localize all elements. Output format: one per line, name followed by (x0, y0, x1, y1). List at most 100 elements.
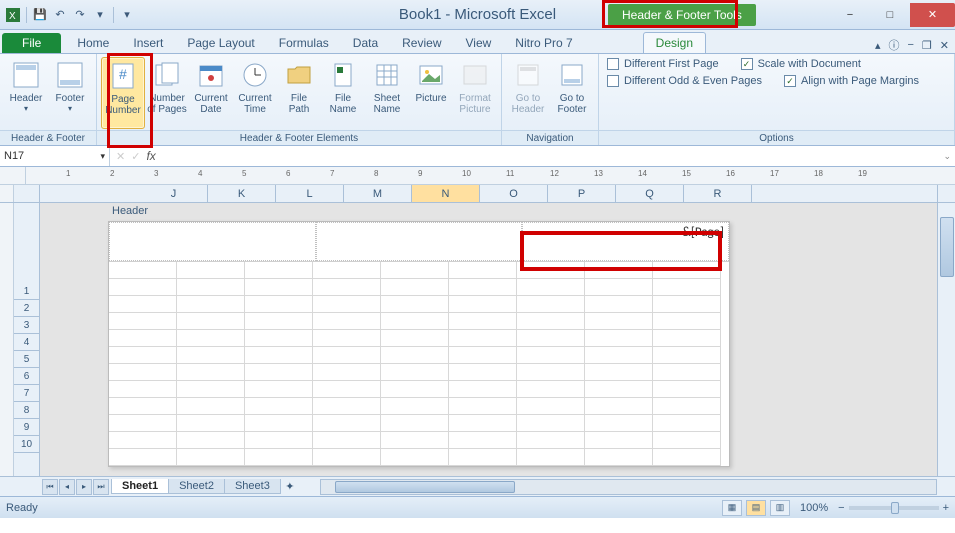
cell[interactable] (585, 262, 653, 279)
column-header[interactable]: Q (616, 185, 684, 202)
current-date-button[interactable]: Current Date (189, 57, 233, 129)
qat-more-icon[interactable]: ▾ (91, 6, 109, 24)
cell[interactable] (585, 347, 653, 364)
tab-design[interactable]: Design (643, 32, 706, 53)
name-box-dropdown-icon[interactable]: ▾ (100, 151, 105, 162)
row-header[interactable]: 1 (14, 283, 39, 300)
cell[interactable] (449, 449, 517, 466)
cell[interactable] (177, 381, 245, 398)
cell[interactable] (313, 398, 381, 415)
cell[interactable] (109, 296, 177, 313)
cell[interactable] (653, 330, 721, 347)
cell[interactable] (585, 449, 653, 466)
cell[interactable] (449, 262, 517, 279)
column-header[interactable]: P (548, 185, 616, 202)
cell[interactable] (313, 279, 381, 296)
column-header[interactable]: J (140, 185, 208, 202)
sheet-name-button[interactable]: Sheet Name (365, 57, 409, 129)
cell[interactable] (653, 381, 721, 398)
cell[interactable] (177, 347, 245, 364)
cell[interactable] (313, 415, 381, 432)
tab-review[interactable]: Review (390, 33, 453, 53)
cell[interactable] (517, 330, 585, 347)
cell[interactable] (109, 432, 177, 449)
row-header[interactable]: 5 (14, 351, 39, 368)
doc-close-icon[interactable]: ✕ (940, 39, 949, 52)
zoom-out-button[interactable]: − (838, 502, 844, 514)
row-header[interactable]: 6 (14, 368, 39, 385)
cell[interactable] (177, 432, 245, 449)
cell[interactable] (245, 398, 313, 415)
cell[interactable] (449, 381, 517, 398)
cell[interactable] (381, 381, 449, 398)
sheet-tab[interactable]: Sheet2 (168, 479, 225, 494)
cell[interactable] (653, 279, 721, 296)
cell[interactable] (653, 364, 721, 381)
scrollbar-thumb[interactable] (335, 481, 515, 493)
cell[interactable] (109, 347, 177, 364)
header-center[interactable] (316, 222, 523, 261)
cell[interactable] (585, 296, 653, 313)
cell[interactable] (517, 279, 585, 296)
cell[interactable] (449, 364, 517, 381)
cell[interactable] (313, 347, 381, 364)
cell[interactable] (177, 415, 245, 432)
cell[interactable] (109, 398, 177, 415)
row-header[interactable]: 4 (14, 334, 39, 351)
cell[interactable] (585, 313, 653, 330)
sheet-tab[interactable]: Sheet3 (224, 479, 281, 494)
column-header[interactable]: O (480, 185, 548, 202)
page-number-button[interactable]: # Page Number (101, 57, 145, 129)
cell[interactable] (245, 296, 313, 313)
cell[interactable] (517, 432, 585, 449)
undo-icon[interactable]: ↶ (51, 6, 69, 24)
cell[interactable] (381, 279, 449, 296)
cell[interactable] (245, 449, 313, 466)
cell[interactable] (517, 347, 585, 364)
footer-button[interactable]: Footer▾ (48, 57, 92, 129)
cell[interactable] (449, 313, 517, 330)
vertical-scrollbar[interactable] (937, 203, 955, 476)
cell[interactable] (653, 415, 721, 432)
cell[interactable] (381, 432, 449, 449)
cell[interactable] (313, 432, 381, 449)
minimize-ribbon-icon[interactable]: ▴ (875, 39, 881, 52)
select-all-button[interactable] (14, 185, 40, 202)
cell[interactable] (449, 432, 517, 449)
picture-button[interactable]: Picture (409, 57, 453, 129)
cell[interactable] (585, 330, 653, 347)
view-page-layout-button[interactable]: ▤ (746, 500, 766, 516)
cell[interactable] (177, 330, 245, 347)
cell[interactable] (109, 262, 177, 279)
cell[interactable] (109, 415, 177, 432)
cell[interactable] (449, 415, 517, 432)
cell[interactable] (313, 449, 381, 466)
row-header[interactable]: 10 (14, 436, 39, 453)
column-header[interactable]: M (344, 185, 412, 202)
cell[interactable] (517, 296, 585, 313)
header-left[interactable] (109, 222, 316, 261)
current-time-button[interactable]: Current Time (233, 57, 277, 129)
doc-minimize-icon[interactable]: − (907, 39, 913, 51)
cell[interactable] (313, 381, 381, 398)
header-button[interactable]: Header▾ (4, 57, 48, 129)
cell[interactable] (585, 398, 653, 415)
cell[interactable] (177, 398, 245, 415)
cell[interactable] (245, 330, 313, 347)
cell[interactable] (313, 364, 381, 381)
new-sheet-button[interactable]: ✦ (280, 480, 300, 493)
sheet-nav-first[interactable]: ⏮ (42, 479, 58, 495)
cell[interactable] (381, 415, 449, 432)
cell[interactable] (381, 296, 449, 313)
cell[interactable] (109, 381, 177, 398)
qat-customize-icon[interactable]: ▾ (118, 6, 136, 24)
zoom-in-button[interactable]: + (943, 502, 949, 514)
cell[interactable] (381, 364, 449, 381)
cell[interactable] (177, 449, 245, 466)
cell[interactable] (585, 381, 653, 398)
tab-view[interactable]: View (454, 33, 504, 53)
row-header[interactable]: 7 (14, 385, 39, 402)
zoom-level[interactable]: 100% (800, 502, 828, 514)
save-icon[interactable]: 💾 (31, 6, 49, 24)
number-of-pages-button[interactable]: Number of Pages (145, 57, 189, 129)
